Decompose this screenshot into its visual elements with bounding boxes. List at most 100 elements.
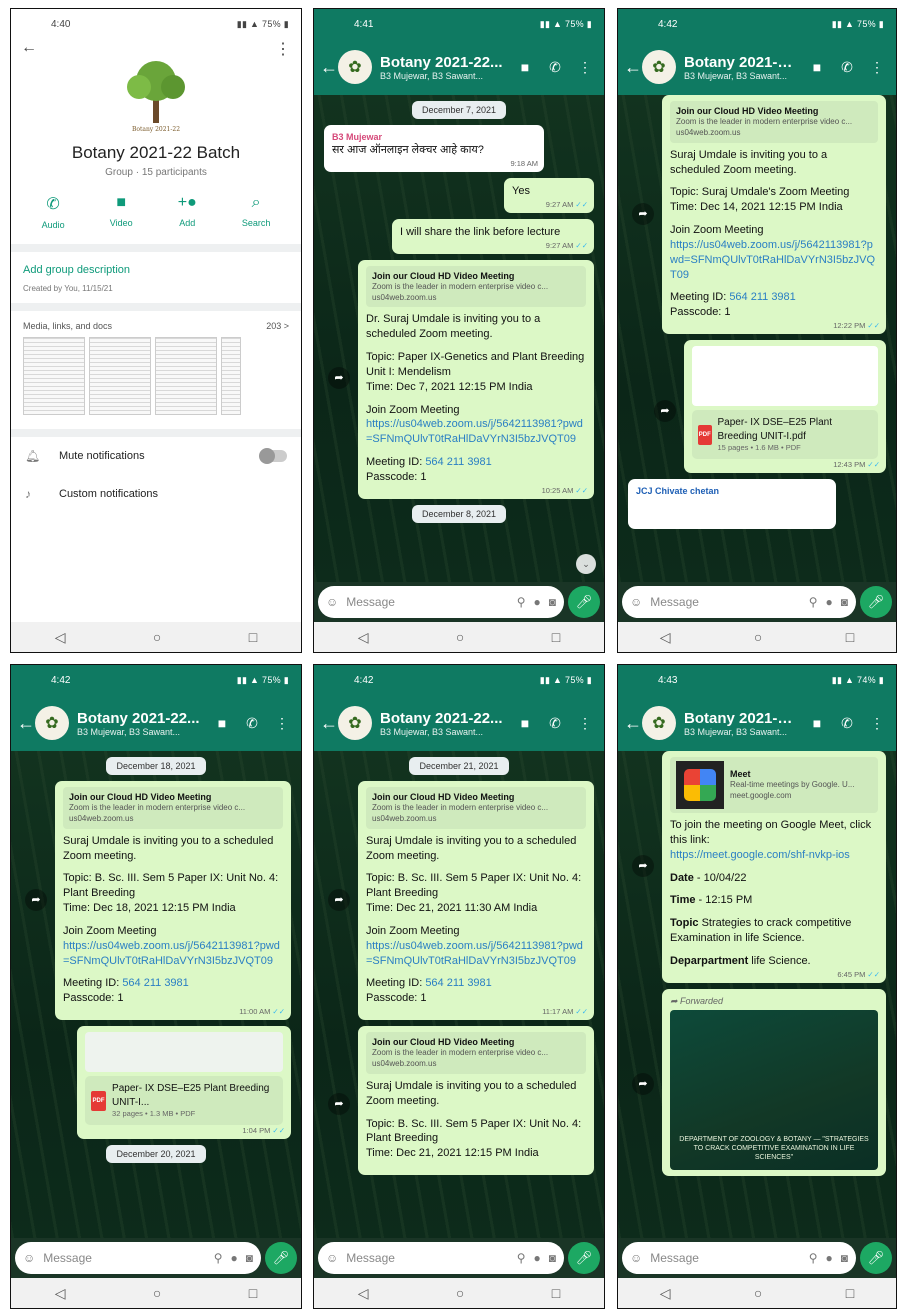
link-preview[interactable]: Meet Real-time meetings by Google. U... me… (670, 757, 878, 813)
outgoing-meet-message[interactable]: ➦ Meet Real-time meetings by Google. U...… (632, 751, 886, 983)
pdf-attachment[interactable]: PDF Paper- IX DSE–E25 Plant Breeding UNIT… (85, 1076, 283, 1126)
attach-icon[interactable]: ⚲ (809, 595, 818, 609)
meet-link[interactable]: https://meet.google.com/shf-nvkp-ios (670, 848, 878, 863)
nav-back-icon[interactable]: ◁ (55, 1285, 66, 1302)
payment-icon[interactable]: ● (826, 595, 833, 609)
phone-icon[interactable]: ✆ (542, 715, 568, 732)
group-avatar[interactable]: ✿ (338, 706, 372, 740)
emoji-icon[interactable]: ☺ (630, 595, 642, 609)
attach-icon[interactable]: ⚲ (214, 1251, 223, 1265)
message-input[interactable]: Message (650, 595, 800, 609)
back-arrow-icon[interactable]: ← (320, 713, 338, 734)
mic-button[interactable]: 🎤︎ (568, 1242, 600, 1274)
more-options-icon[interactable]: ⋮ (269, 715, 295, 732)
more-options-icon[interactable]: ⋮ (572, 59, 598, 76)
video-call-button[interactable]: ■ Video (110, 194, 133, 230)
outgoing-zoom-message[interactable]: ➦ Join our Cloud HD Video Meeting Zoom is… (328, 1026, 594, 1176)
chat-title[interactable]: Botany 2021-22... B3 Mujewar, B3 Sawant..… (376, 710, 508, 737)
nav-home-icon[interactable]: ○ (754, 1285, 762, 1301)
phone-icon[interactable]: ✆ (239, 715, 265, 732)
event-poster-image[interactable]: DEPARTMENT OF ZOOLOGY & BOTANY — "STRATE… (670, 1009, 878, 1170)
outgoing-zoom-message[interactable]: ➦ Join our Cloud HD Video Meeting Zoom is… (632, 95, 886, 335)
custom-notifications-row[interactable]: ♪ Custom notifications (11, 475, 301, 513)
nav-home-icon[interactable]: ○ (456, 629, 464, 645)
outgoing-pdf-message[interactable]: ➦ PDF Paper- IX DSE–E25 Plant Breeding UN… (654, 340, 886, 474)
more-options-icon[interactable]: ⋮ (864, 715, 890, 732)
nav-back-icon[interactable]: ◁ (660, 629, 671, 646)
message-input[interactable]: Message (650, 1251, 800, 1265)
nav-recents-icon[interactable]: □ (249, 1285, 257, 1301)
search-button[interactable]: ⌕ Search (242, 194, 271, 230)
back-arrow-icon[interactable]: ← (624, 57, 642, 78)
attach-icon[interactable]: ⚲ (517, 1251, 526, 1265)
phone-icon[interactable]: ✆ (834, 59, 860, 76)
emoji-icon[interactable]: ☺ (630, 1251, 642, 1265)
more-options-icon[interactable]: ⋮ (572, 715, 598, 732)
media-thumbnails[interactable] (11, 337, 301, 415)
add-participant-button[interactable]: +● Add (178, 194, 197, 230)
nav-back-icon[interactable]: ◁ (358, 629, 369, 646)
forward-icon[interactable]: ➦ (328, 1093, 350, 1116)
scroll-down-icon[interactable]: ⌄ (576, 554, 596, 574)
mute-toggle[interactable] (259, 448, 287, 464)
outgoing-message[interactable]: I will share the link before lecture 9:27… (392, 218, 594, 254)
incoming-message[interactable]: JCJ Chivate chetan (628, 479, 836, 530)
nav-recents-icon[interactable]: □ (552, 1285, 560, 1301)
chat-area[interactable]: ➦ Meet Real-time meetings by Google. U...… (618, 751, 896, 1238)
media-thumbnail[interactable] (89, 337, 151, 415)
nav-recents-icon[interactable]: □ (552, 629, 560, 645)
emoji-icon[interactable]: ☺ (23, 1251, 35, 1265)
link-preview[interactable]: Join our Cloud HD Video Meeting Zoom is t… (366, 1032, 586, 1074)
link-preview[interactable]: Join our Cloud HD Video Meeting Zoom is t… (63, 787, 283, 829)
nav-home-icon[interactable]: ○ (754, 629, 762, 645)
video-call-icon[interactable]: ■ (804, 715, 830, 731)
camera-icon[interactable]: ◙ (841, 595, 848, 609)
attach-icon[interactable]: ⚲ (809, 1251, 818, 1265)
group-avatar[interactable]: ✿ (642, 706, 676, 740)
forward-icon[interactable]: ➦ (632, 855, 654, 878)
link-preview[interactable]: Join our Cloud HD Video Meeting Zoom is t… (366, 787, 586, 829)
audio-call-button[interactable]: ✆ Audio (42, 194, 65, 230)
mic-button[interactable]: 🎤︎ (568, 586, 600, 618)
message-input[interactable]: Message (43, 1251, 205, 1265)
nav-home-icon[interactable]: ○ (153, 1285, 161, 1301)
forward-icon[interactable]: ➦ (632, 1072, 654, 1095)
forward-icon[interactable]: ➦ (328, 367, 350, 390)
payment-icon[interactable]: ● (534, 1251, 541, 1265)
chat-title[interactable]: Botany 2021-22... B3 Mujewar, B3 Sawant..… (376, 54, 508, 81)
zoom-link[interactable]: https://us04web.zoom.us/j/5642113981?pwd… (670, 238, 878, 283)
outgoing-zoom-message[interactable]: ➦ Join our Cloud HD Video Meeting Zoom is… (328, 781, 594, 1021)
group-avatar-tree-logo[interactable]: Botany 2021-22 (111, 55, 201, 135)
nav-recents-icon[interactable]: □ (846, 629, 854, 645)
nav-back-icon[interactable]: ◁ (358, 1285, 369, 1302)
outgoing-pdf-message[interactable]: PDF Paper- IX DSE–E25 Plant Breeding UNIT… (77, 1026, 291, 1140)
group-avatar[interactable]: ✿ (338, 50, 372, 84)
message-input[interactable]: Message (346, 1251, 508, 1265)
emoji-icon[interactable]: ☺ (326, 595, 338, 609)
mic-button[interactable]: 🎤︎ (860, 586, 892, 618)
zoom-link[interactable]: https://us04web.zoom.us/j/5642113981?pwd… (366, 939, 586, 969)
link-preview[interactable]: Join our Cloud HD Video Meeting Zoom is t… (670, 101, 878, 143)
outgoing-forwarded-image[interactable]: ➦ ➦ Forwarded DEPARTMENT OF ZOOLOGY & BO… (632, 988, 886, 1176)
pdf-thumbnail[interactable] (692, 346, 878, 407)
video-call-icon[interactable]: ■ (512, 59, 538, 75)
message-input[interactable]: Message (346, 595, 508, 609)
pdf-thumbnail[interactable] (85, 1032, 283, 1073)
nav-home-icon[interactable]: ○ (153, 629, 161, 645)
back-arrow-icon[interactable]: ← (21, 39, 37, 59)
add-group-description-link[interactable]: Add group description (11, 252, 301, 284)
camera-icon[interactable]: ◙ (246, 1251, 253, 1265)
outgoing-zoom-message[interactable]: ➦ Join our Cloud HD Video Meeting Zoom is… (328, 259, 594, 499)
group-avatar[interactable]: ✿ (35, 706, 69, 740)
nav-back-icon[interactable]: ◁ (55, 629, 66, 646)
back-arrow-icon[interactable]: ← (624, 713, 642, 734)
chat-area[interactable]: December 7, 2021 B3 Mujewar सर आज ऑनलाइन … (314, 95, 604, 582)
camera-icon[interactable]: ◙ (549, 595, 556, 609)
chat-title[interactable]: Botany 2021-22... B3 Mujewar, B3 Sawant..… (73, 710, 205, 737)
forward-icon[interactable]: ➦ (654, 400, 676, 423)
more-options-icon[interactable]: ⋮ (275, 39, 291, 59)
nav-recents-icon[interactable]: □ (846, 1285, 854, 1301)
forward-icon[interactable]: ➦ (25, 888, 47, 911)
media-thumbnail[interactable] (155, 337, 217, 415)
back-arrow-icon[interactable]: ← (17, 713, 35, 734)
